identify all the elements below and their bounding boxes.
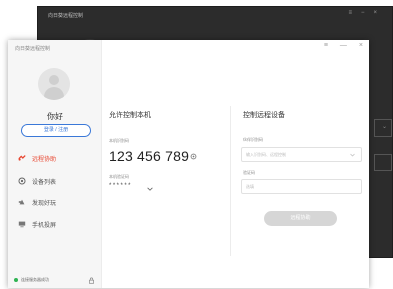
device-list-icon	[18, 177, 26, 185]
local-code-value: ******	[109, 183, 133, 189]
sidebar-item-label: 远程协助	[32, 156, 57, 163]
discover-icon	[18, 199, 25, 205]
partner-id-placeholder: 输入识别码、远程控制	[246, 152, 286, 157]
verify-code-placeholder: 选填	[246, 184, 254, 189]
partner-id-label: 伙伴识别码	[243, 137, 263, 142]
sidebar: 向日葵远程控制 你好 登录 / 注册 远程协助 设备列表 发现好玩 手机投屏 连…	[8, 40, 102, 288]
window-controls: ≡ — ×	[324, 42, 363, 49]
avatar-head	[49, 75, 59, 85]
chevron-down-icon[interactable]	[147, 187, 153, 191]
panel-divider	[230, 106, 231, 256]
allow-control-heading: 允许控制本机	[109, 112, 151, 119]
refresh-icon[interactable]	[190, 153, 197, 160]
window-title: 向日葵远程控制	[15, 46, 51, 52]
background-window-controls[interactable]: ≡−×	[348, 10, 386, 16]
connection-status: 连接服务器成功	[14, 277, 49, 283]
local-id-value: 123 456 789	[109, 148, 190, 164]
local-code-label: 本机验证码	[109, 174, 129, 179]
menu-icon[interactable]: ≡	[324, 42, 328, 49]
sidebar-item-label: 设备列表	[32, 179, 57, 186]
background-window-title: 向日葵远程控制	[48, 13, 84, 19]
status-text: 连接服务器成功	[21, 277, 49, 282]
remote-assist-icon	[18, 155, 26, 161]
lock-icon[interactable]	[88, 277, 95, 284]
sidebar-item-label: 手机投屏	[32, 222, 57, 229]
background-field	[374, 154, 392, 171]
background-chevron-icon: ⌄	[381, 124, 387, 130]
avatar[interactable]	[38, 68, 70, 100]
local-id-label: 本机识别码	[109, 138, 129, 143]
partner-id-input[interactable]: 输入识别码、远程控制	[241, 147, 362, 162]
sidebar-item-phone-cast[interactable]: 手机投屏	[18, 218, 56, 230]
sidebar-item-discover[interactable]: 发现好玩	[18, 196, 56, 208]
chevron-down-icon[interactable]	[350, 153, 355, 157]
avatar-body	[44, 87, 64, 100]
minimize-icon[interactable]: —	[340, 42, 347, 49]
login-register-button[interactable]: 登录 / 注册	[21, 124, 91, 137]
phone-cast-icon	[18, 221, 26, 228]
sidebar-item-remote-assist[interactable]: 远程协助	[18, 152, 56, 164]
sidebar-item-label: 发现好玩	[32, 200, 57, 207]
verify-code-label: 验证码	[243, 170, 255, 175]
main-window: 向日葵远程控制 你好 登录 / 注册 远程协助 设备列表 发现好玩 手机投屏 连…	[8, 40, 369, 288]
remote-assist-button[interactable]: 远程协助	[264, 211, 337, 226]
control-remote-heading: 控制远程设备	[243, 112, 285, 119]
verify-code-input[interactable]: 选填	[241, 179, 362, 194]
sidebar-item-device-list[interactable]: 设备列表	[18, 175, 56, 187]
close-icon[interactable]: ×	[359, 42, 363, 49]
desktop: 向日葵远程控制 ≡−× ⌄ 向日葵远程控制 你好 登录 / 注册 远程协助 设备…	[0, 0, 393, 289]
status-dot-icon	[14, 278, 18, 282]
greeting-text: 你好	[47, 112, 63, 121]
